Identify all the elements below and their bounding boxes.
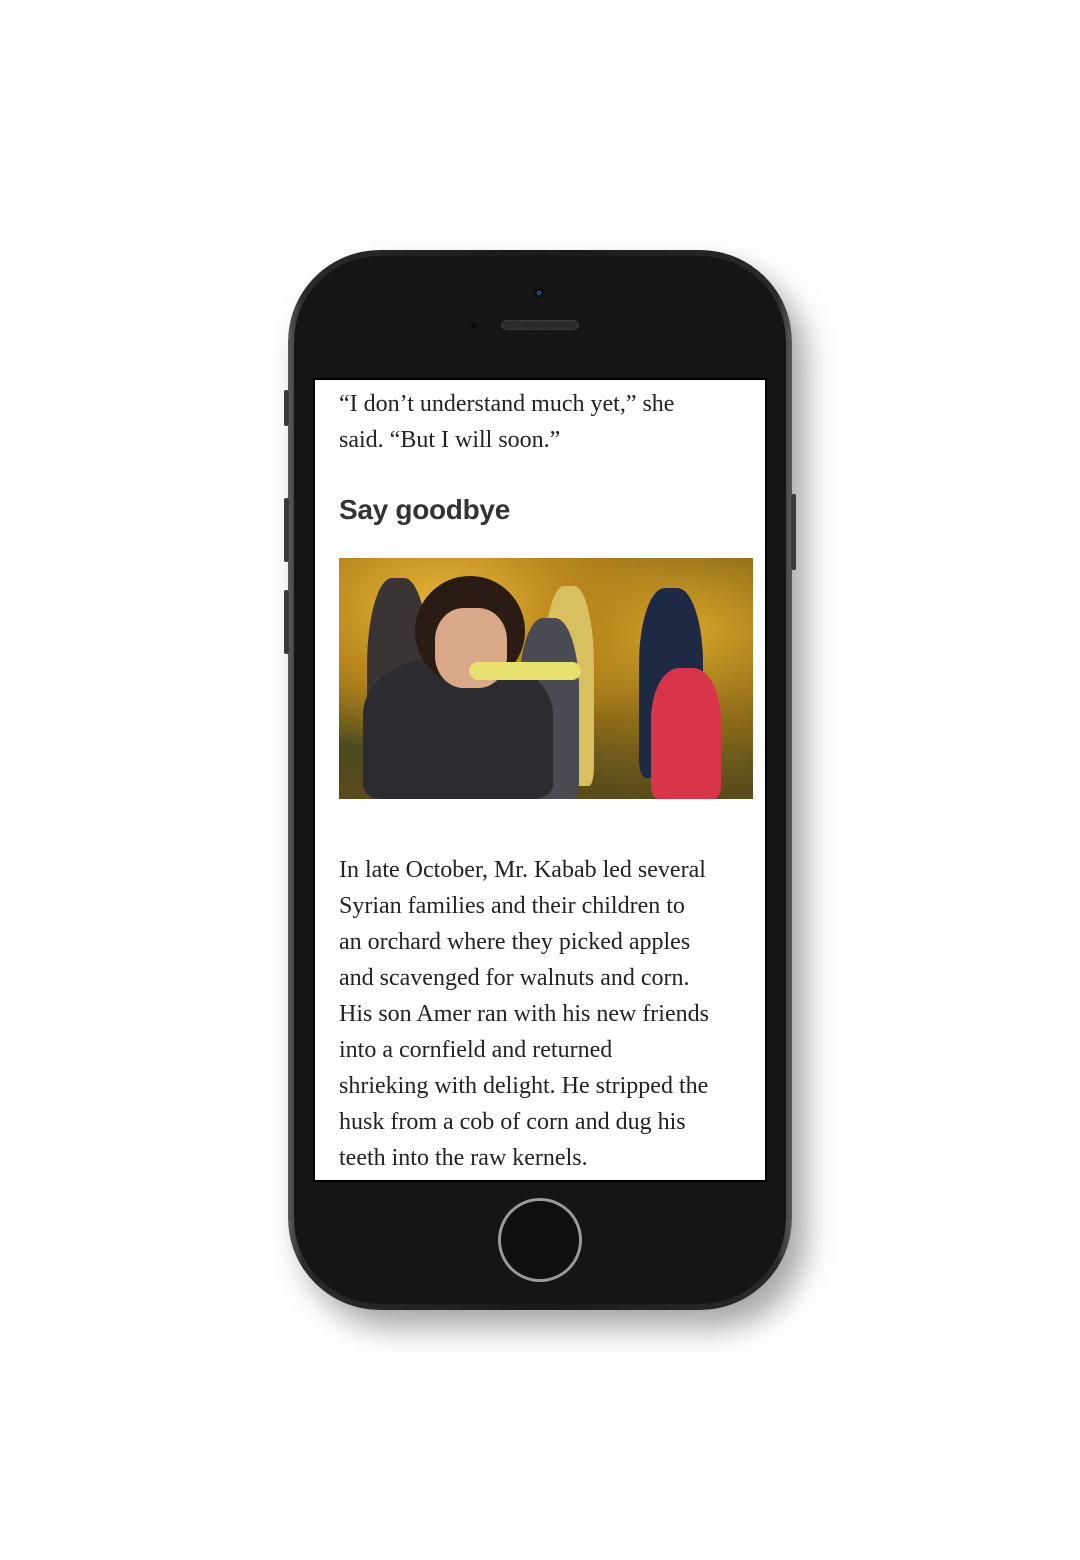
text-line: teeth into the raw kernels. xyxy=(339,1145,588,1171)
text-line: Syrian families and their children to xyxy=(339,893,685,919)
volume-down-button xyxy=(284,590,289,654)
front-camera-icon xyxy=(534,288,544,298)
text-line: and scavenged for walnuts and corn. xyxy=(339,965,690,991)
volume-up-button xyxy=(284,498,289,562)
text-line: In late October, Mr. Kabab led several xyxy=(339,857,706,883)
mute-switch xyxy=(284,390,289,426)
text-line: His son Amer ran with his new friends xyxy=(339,1001,709,1027)
article-photo xyxy=(339,558,753,799)
proximity-sensor xyxy=(471,322,477,328)
text-line: husk from a cob of corn and dug his xyxy=(339,1109,686,1135)
text-line: said. “But I will soon.” xyxy=(339,427,561,453)
body-paragraph: In late October, Mr. Kabab led several S… xyxy=(339,852,709,1176)
text-line: “I don’t understand much yet,” she xyxy=(339,391,675,417)
text-line: shrieking with delight. He stripped the xyxy=(339,1073,709,1099)
text-line: into a cornfield and returned xyxy=(339,1037,613,1063)
text-line: an orchard where they picked apples xyxy=(339,929,691,955)
phone-screen[interactable]: “I don’t understand much yet,” she said.… xyxy=(313,378,767,1182)
power-button xyxy=(791,494,796,570)
section-heading: Say goodbye xyxy=(339,494,510,525)
quote-paragraph: “I don’t understand much yet,” she said.… xyxy=(339,386,674,458)
home-button[interactable] xyxy=(498,1198,582,1282)
earpiece-speaker xyxy=(501,320,579,330)
